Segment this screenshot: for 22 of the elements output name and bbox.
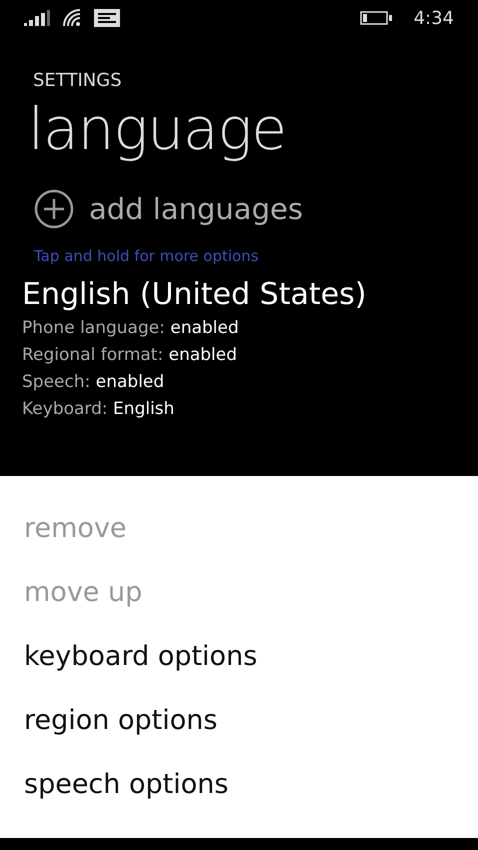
detail-label: Speech: <box>22 372 90 392</box>
detail-value: enabled <box>170 318 239 338</box>
detail-label: Keyboard: <box>22 399 108 419</box>
app-name: SETTINGS <box>33 70 123 91</box>
clock-time: 4:34 <box>414 8 454 28</box>
menu-item[interactable]: keyboard options <box>0 624 258 688</box>
language-name: English (United States) <box>22 276 368 314</box>
detail-label: Regional format: <box>22 345 164 365</box>
page-title: language <box>28 94 288 165</box>
add-languages-button[interactable]: add languages <box>34 189 303 229</box>
hint-text: Tap and hold for more options <box>34 247 260 265</box>
battery-icon <box>360 11 392 25</box>
detail-label: Phone language: <box>22 318 165 338</box>
menu-item[interactable]: region options <box>0 688 218 752</box>
wifi-icon <box>62 9 82 27</box>
plus-circle-icon <box>34 189 74 229</box>
menu-item[interactable]: speech options <box>0 752 228 816</box>
detail-value: English <box>113 399 174 419</box>
detail-value: enabled <box>168 345 238 365</box>
detail-value: enabled <box>96 372 164 392</box>
message-icon <box>94 9 120 27</box>
signal-icon <box>24 10 50 26</box>
